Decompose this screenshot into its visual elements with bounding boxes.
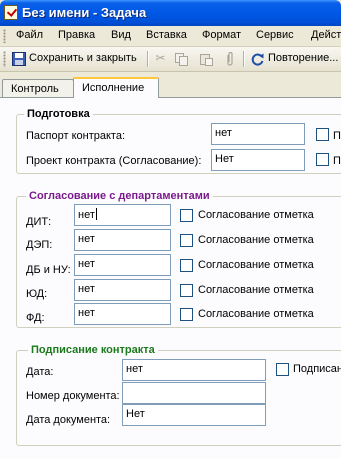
approval-checkbox-dit[interactable] — [180, 209, 193, 222]
project-label: Проект контракта (Согласование): — [26, 155, 202, 167]
title-bar[interactable]: Без имени - Задача — [0, 0, 341, 26]
docnum-label: Номер документа: — [26, 390, 120, 402]
approval-field-dep[interactable]: нет — [74, 229, 171, 251]
standard-toolbar: Сохранить и закрыть ✂ Повторение... — [0, 47, 341, 72]
approval-field-db[interactable]: нет — [74, 254, 171, 276]
tab-control[interactable]: Контроль — [2, 79, 74, 98]
menu-format[interactable]: Формат — [202, 29, 241, 41]
toolbar-separator — [243, 51, 245, 67]
docnum-field[interactable] — [122, 382, 266, 404]
group-preparation-title: Подготовка — [24, 108, 93, 120]
menu-edit[interactable]: Правка — [58, 29, 95, 41]
save-and-close-label: Сохранить и закрыть — [29, 52, 137, 64]
approval-checkbox-fd[interactable] — [180, 308, 193, 321]
approval-label-dep: ДЭП: — [26, 239, 53, 251]
copy-icon[interactable] — [175, 53, 188, 66]
toolbar-grip-icon[interactable] — [3, 51, 6, 67]
recurrence-button[interactable]: Повторение... — [250, 50, 341, 68]
group-approval-title: Согласование с департаментами — [26, 190, 213, 202]
recurrence-label: Повторение... — [268, 52, 339, 64]
menu-insert[interactable]: Вставка — [146, 29, 187, 41]
approval-checkbox-dep[interactable] — [180, 234, 193, 247]
signed-checkbox[interactable] — [276, 363, 289, 376]
floppy-disk-icon — [12, 52, 26, 66]
recurrence-icon — [251, 53, 264, 66]
approval-label-fd: ФД: — [26, 312, 45, 324]
menu-bar: Файл Правка Вид Вставка Формат Сервис Де… — [0, 26, 341, 47]
save-and-close-button[interactable]: Сохранить и закрыть — [11, 50, 141, 68]
text-cursor — [95, 208, 97, 220]
approval-field-yud[interactable]: нет — [74, 279, 171, 301]
menu-tools[interactable]: Сервис — [256, 29, 294, 41]
approval-checkbox-yud[interactable] — [180, 284, 193, 297]
passport-checkbox[interactable] — [316, 128, 329, 141]
approval-field-fd[interactable]: нет — [74, 303, 171, 325]
menu-file[interactable]: Файл — [16, 29, 43, 41]
window-title: Без имени - Задача — [22, 5, 147, 20]
approval-label-dit: ДИТ: — [26, 216, 52, 228]
approval-field-dit[interactable]: нет — [74, 204, 171, 226]
passport-check-label: По — [333, 130, 341, 142]
approval-check-label-dit: Согласование отметка — [198, 209, 314, 221]
signing-date-label: Дата: — [26, 366, 54, 378]
approval-check-label-db: Согласование отметка — [198, 259, 314, 271]
docdate-label: Дата документа: — [26, 414, 111, 426]
toolbar-separator — [147, 51, 149, 67]
approval-checkbox-db[interactable] — [180, 259, 193, 272]
attach-icon[interactable] — [225, 52, 235, 66]
signed-check-label: Подписан — [293, 363, 341, 375]
approval-check-label-dep: Согласование отметка — [198, 234, 314, 246]
tab-strip: Контроль Исполнение — [0, 77, 341, 98]
docdate-field[interactable]: Нет — [122, 404, 266, 426]
project-checkbox[interactable] — [316, 153, 329, 166]
menu-view[interactable]: Вид — [111, 29, 131, 41]
menu-grip-icon[interactable] — [3, 29, 6, 43]
group-signing-title: Подписание контракта — [28, 344, 158, 356]
signing-date-field[interactable]: нет — [122, 359, 266, 381]
tab-panel-execution: Подготовка Паспорт контракта: нет По Про… — [0, 97, 341, 458]
passport-field[interactable]: нет — [211, 123, 305, 145]
approval-check-label-yud: Согласование отметка — [198, 284, 314, 296]
tab-execution[interactable]: Исполнение — [73, 77, 159, 98]
project-check-label: По — [333, 155, 341, 167]
approval-label-yud: ЮД: — [26, 288, 48, 300]
passport-label: Паспорт контракта: — [26, 130, 125, 142]
paste-icon[interactable] — [199, 52, 213, 66]
project-field[interactable]: Нет — [211, 149, 305, 171]
cut-icon[interactable]: ✂ — [154, 52, 167, 65]
approval-label-db: ДБ и НУ: — [26, 264, 71, 276]
menu-actions[interactable]: Действ — [311, 29, 341, 41]
task-icon — [4, 5, 18, 20]
approval-check-label-fd: Согласование отметка — [198, 308, 314, 320]
